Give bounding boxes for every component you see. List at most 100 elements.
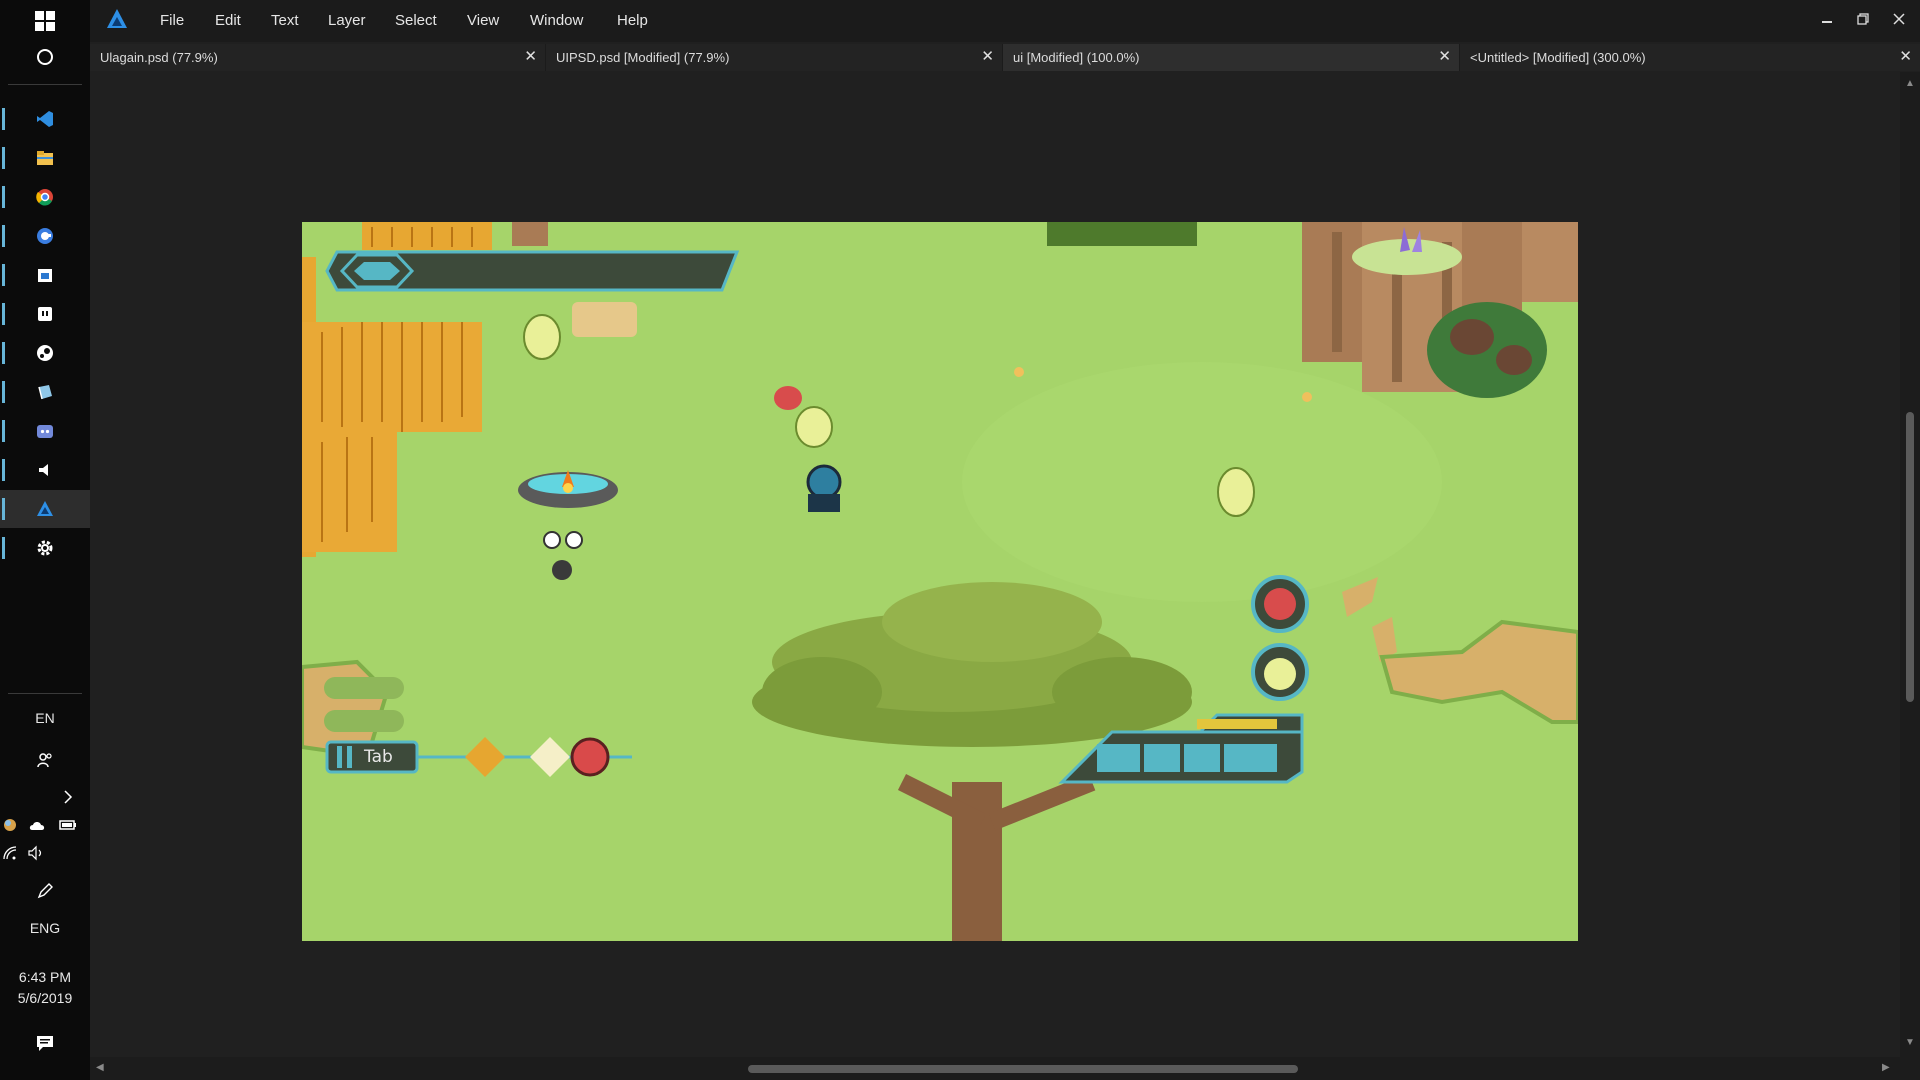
people-icon (37, 753, 52, 768)
scroll-down-icon[interactable]: ▼ (1905, 1037, 1915, 1048)
running-indicator (2, 459, 5, 481)
clock-time[interactable]: 6:43 PM (0, 969, 90, 985)
running-indicator (2, 537, 5, 559)
vertical-scrollbar[interactable]: ▲ ▼ (1900, 72, 1920, 1057)
horizontal-scroll-thumb[interactable] (748, 1065, 1298, 1073)
document-canvas[interactable]: Tab (302, 222, 1578, 941)
taskbar-app-settings[interactable] (0, 529, 90, 567)
wifi-icon[interactable] (2, 845, 20, 861)
restore-button[interactable] (1848, 8, 1878, 30)
menu-layer[interactable]: Layer (328, 12, 366, 29)
running-indicator (2, 225, 5, 247)
horizontal-scrollbar[interactable]: ◀ ▶ (90, 1057, 1920, 1080)
berry-bush (1427, 302, 1547, 398)
menu-file[interactable]: File (160, 12, 184, 29)
running-indicator (2, 108, 5, 130)
vscode-icon (37, 111, 53, 127)
taskbar-divider (8, 693, 82, 694)
action-center-button[interactable] (0, 1024, 90, 1062)
menu-text[interactable]: Text (271, 12, 299, 29)
chevron-right-icon (64, 790, 73, 804)
menu-window[interactable]: Window (530, 12, 583, 29)
taskbar-divider (8, 84, 82, 85)
running-indicator (2, 342, 5, 364)
close-icon (1893, 13, 1905, 25)
affinity-icon (37, 501, 53, 516)
tab-close-icon[interactable]: ✕ (981, 47, 994, 65)
google-icon (37, 228, 53, 244)
tab-close-icon[interactable]: ✕ (1438, 47, 1451, 65)
tray-icons-row (0, 814, 90, 836)
cortana-circle-icon (37, 49, 53, 65)
running-indicator (2, 498, 5, 520)
steam-icon (37, 345, 53, 361)
taskbar-app-affinity[interactable] (0, 490, 90, 528)
gear-icon (37, 540, 53, 556)
tab-label: UIPSD.psd [Modified] (77.9%) (556, 50, 730, 65)
volume-icon[interactable] (27, 845, 47, 861)
tab-close-icon[interactable]: ✕ (1899, 47, 1912, 65)
hud-top-banner (325, 250, 740, 292)
app-menubar: File Edit Text Layer Select View Window … (90, 0, 1920, 42)
taskbar-app-file-explorer[interactable] (0, 139, 90, 177)
pen-workspace-button[interactable] (0, 872, 90, 910)
folder-icon (37, 151, 53, 165)
taskbar-app-chrome[interactable] (0, 178, 90, 216)
running-indicator (2, 147, 5, 169)
input-language-short[interactable]: EN (0, 710, 90, 726)
minimize-button[interactable] (1812, 8, 1842, 30)
tab-close-icon[interactable]: ✕ (524, 47, 537, 65)
windows-logo-icon (35, 11, 55, 31)
menu-select[interactable]: Select (395, 12, 437, 29)
battery-icon[interactable] (58, 817, 78, 833)
clock-date[interactable]: 5/6/2019 (0, 990, 90, 1006)
tray-icons-row-2 (0, 843, 90, 865)
audio-app-icon (39, 464, 48, 476)
notebook-icon (38, 385, 52, 400)
windows-taskbar: EN ENG 6:43 PM 5/6/2019 (0, 0, 90, 1080)
people-button[interactable] (0, 741, 90, 779)
vertical-scroll-thumb[interactable] (1906, 412, 1914, 702)
tab-untitled[interactable]: <Untitled> [Modified] (300.0%) ✕ (1460, 44, 1920, 71)
scroll-right-icon[interactable]: ▶ (1882, 1062, 1890, 1073)
input-language-long[interactable]: ENG (0, 920, 90, 936)
tab-label: ui [Modified] (100.0%) (1013, 50, 1140, 65)
menu-edit[interactable]: Edit (215, 12, 241, 29)
tab-label: Ulagain.psd (77.9%) (100, 50, 218, 65)
minimize-icon (1822, 21, 1832, 23)
discord-icon (37, 425, 53, 438)
twitch-icon (38, 307, 52, 321)
pen-icon (37, 883, 53, 899)
menu-view[interactable]: View (467, 12, 499, 29)
running-indicator (2, 186, 5, 208)
tab-uipsd[interactable]: UIPSD.psd [Modified] (77.9%) ✕ (546, 44, 1002, 71)
close-window-button[interactable] (1884, 8, 1914, 30)
tab-ui-active[interactable]: ui [Modified] (100.0%) ✕ (1003, 44, 1459, 71)
game-scene-artwork (302, 222, 1578, 941)
document-tabs: Ulagain.psd (77.9%) ✕ UIPSD.psd [Modifie… (90, 44, 1920, 71)
scroll-up-icon[interactable]: ▲ (1905, 78, 1915, 89)
taskbar-app-audio[interactable] (0, 451, 90, 489)
onedrive-cloud-icon[interactable] (28, 817, 48, 833)
taskbar-app-discord[interactable] (0, 412, 90, 450)
cortana-button[interactable] (0, 38, 90, 76)
taskbar-app-steam[interactable] (0, 334, 90, 372)
player-character (806, 464, 842, 512)
tab-ulagain[interactable]: Ulagain.psd (77.9%) ✕ (90, 44, 545, 71)
taskbar-app-store[interactable] (0, 256, 90, 294)
tab-label: <Untitled> [Modified] (300.0%) (1470, 50, 1646, 65)
taskbar-app-vscode[interactable] (0, 100, 90, 138)
hud-tab-key-label: Tab (364, 747, 393, 767)
menu-help[interactable]: Help (617, 12, 648, 29)
scroll-left-icon[interactable]: ◀ (96, 1062, 104, 1073)
running-indicator (2, 420, 5, 442)
store-icon (38, 269, 52, 282)
taskbar-app-notebook[interactable] (0, 373, 90, 411)
taskbar-app-google[interactable] (0, 217, 90, 255)
taskbar-app-twitch[interactable] (0, 295, 90, 333)
chrome-icon (36, 189, 53, 206)
start-button[interactable] (0, 2, 90, 40)
notification-icon (37, 1036, 53, 1051)
show-hidden-icons-button[interactable] (50, 778, 86, 816)
weather-icon[interactable] (2, 817, 18, 833)
